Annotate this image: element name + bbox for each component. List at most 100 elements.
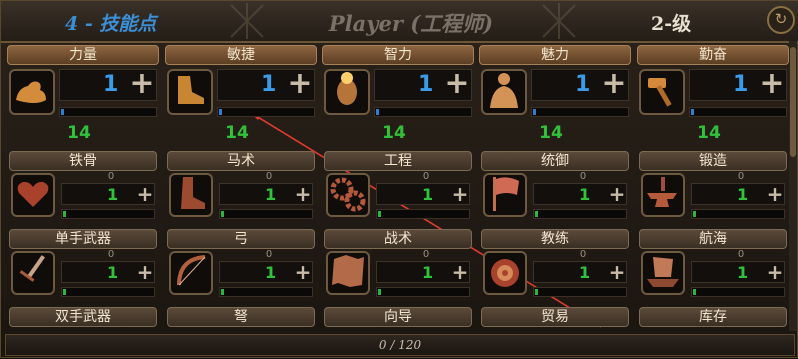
skill-base-value: 0 [579, 249, 587, 260]
level-label: 2-级 [651, 13, 692, 35]
skill-label: 弓 [167, 229, 315, 249]
skill-progress-bar [61, 209, 155, 219]
skill-label: 马术 [167, 151, 315, 171]
skill-base-value: 0 [579, 171, 587, 182]
arm-icon [12, 71, 52, 113]
bow-icon [171, 253, 211, 293]
skill-base-value: 0 [265, 249, 273, 260]
sword-icon [13, 253, 53, 293]
increase-skill-button[interactable]: + [450, 261, 470, 283]
skill-label: 锻造 [639, 151, 787, 171]
attribute-icon-box [167, 69, 213, 115]
skill-label: 单手武器 [9, 229, 157, 249]
increase-attribute-button[interactable]: + [127, 67, 157, 101]
experience-bar: 0 / 120 [5, 334, 795, 356]
skill-value: 1 [422, 263, 434, 282]
attribute-icon-box [324, 69, 370, 115]
skill-value: 1 [579, 263, 591, 282]
increase-attribute-button[interactable]: + [757, 67, 787, 101]
increase-skill-button[interactable]: + [135, 183, 155, 205]
increase-attribute-button[interactable]: + [599, 67, 629, 101]
boot-icon [170, 71, 210, 113]
skill-label[interactable]: 贸易 [481, 307, 629, 327]
skill-icon-box [483, 173, 527, 217]
skill-heart: 铁骨 0 1 + [9, 151, 157, 227]
skill-progress-bar [533, 209, 627, 219]
attribute-4: 魅力 1 +14 [479, 45, 631, 145]
skill-label[interactable]: 向导 [324, 307, 472, 327]
skill-progress-bar [376, 209, 470, 219]
skill-icon-box [169, 173, 213, 217]
skill-icon-box [483, 251, 527, 295]
skill-base-value: 0 [737, 171, 745, 182]
attribute-value: 1 [261, 72, 277, 97]
attribute-3: 智力 1 +14 [322, 45, 474, 145]
attribute-total: 14 [539, 123, 563, 143]
skill-label: 统御 [481, 151, 629, 171]
map-icon [328, 253, 368, 293]
skill-icon-box [641, 251, 685, 295]
increase-skill-button[interactable]: + [293, 183, 313, 205]
skill-label: 战术 [324, 229, 472, 249]
skill-progress-bar [691, 287, 785, 297]
increase-skill-button[interactable]: + [450, 183, 470, 205]
increase-skill-button[interactable]: + [607, 261, 627, 283]
skill-progress-bar [61, 287, 155, 297]
skill-progress-bar [533, 287, 627, 297]
scrollbar-thumb[interactable] [790, 47, 796, 157]
attribute-total: 14 [697, 123, 721, 143]
skill-icon-box [11, 173, 55, 217]
skill-target: 教练 0 1 + [481, 229, 629, 305]
gears-icon [328, 175, 368, 215]
increase-skill-button[interactable]: + [765, 261, 785, 283]
heart-icon [13, 175, 53, 215]
attribute-total: 14 [67, 123, 91, 143]
skill-base-value: 0 [265, 171, 273, 182]
increase-skill-button[interactable]: + [607, 183, 627, 205]
attribute-progress-bar [59, 107, 157, 117]
increase-skill-button[interactable]: + [135, 261, 155, 283]
flag-icon [485, 175, 525, 215]
skill-value: 1 [265, 185, 277, 204]
skill-progress-bar [691, 209, 785, 219]
head-icon [327, 71, 367, 113]
attribute-icon-box [639, 69, 685, 115]
skill-gears: 工程 0 1 + [324, 151, 472, 227]
skill-ship: 航海 0 1 + [639, 229, 787, 305]
riding-boot-icon [171, 175, 211, 215]
skill-label[interactable]: 双手武器 [9, 307, 157, 327]
skill-label[interactable]: 库存 [639, 307, 787, 327]
skill-base-value: 0 [107, 171, 115, 182]
skill-icon-box [641, 173, 685, 217]
attribute-progress-bar [217, 107, 315, 117]
increase-attribute-button[interactable]: + [442, 67, 472, 101]
attribute-icon-box [481, 69, 527, 115]
skill-progress-bar [219, 209, 313, 219]
experience-text: 0 / 120 [378, 338, 422, 352]
skill-base-value: 0 [422, 171, 430, 182]
increase-skill-button[interactable]: + [293, 261, 313, 283]
skill-icon-box [326, 251, 370, 295]
skills-window: 4 - 技能点 Player (工程师) 2-级 ↻ ‹ 0 / 120 力量1… [0, 0, 798, 358]
character-title: Player (工程师) [328, 11, 494, 36]
skill-bow: 弓 0 1 + [167, 229, 315, 305]
attribute-progress-bar [374, 107, 472, 117]
increase-attribute-button[interactable]: + [285, 67, 315, 101]
attribute-label: 勤奋 [637, 45, 789, 65]
skill-value: 1 [107, 263, 119, 282]
skill-value: 1 [737, 185, 749, 204]
attribute-total: 14 [382, 123, 406, 143]
skill-base-value: 0 [422, 249, 430, 260]
skill-value: 1 [579, 185, 591, 204]
skill-base-value: 0 [737, 249, 745, 260]
skill-label[interactable]: 弩 [167, 307, 315, 327]
skill-value: 1 [265, 263, 277, 282]
attribute-progress-bar [689, 107, 787, 117]
refresh-icon[interactable]: ↻ [767, 6, 795, 34]
skill-progress-bar [219, 287, 313, 297]
skill-label: 航海 [639, 229, 787, 249]
increase-skill-button[interactable]: + [765, 183, 785, 205]
attribute-value: 1 [103, 72, 119, 97]
attribute-icon-box [9, 69, 55, 115]
skill-value: 1 [422, 185, 434, 204]
